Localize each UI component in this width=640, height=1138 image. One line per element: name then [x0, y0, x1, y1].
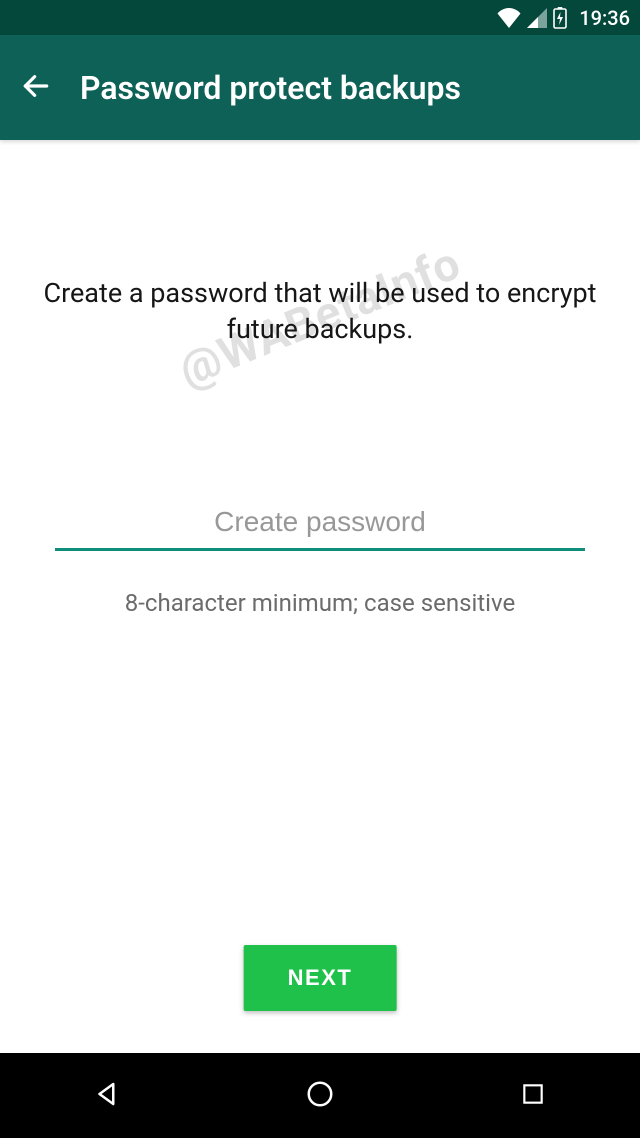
cell-signal-icon	[527, 8, 547, 28]
page-title: Password protect backups	[58, 69, 626, 107]
wifi-icon	[497, 8, 521, 28]
app-bar: Password protect backups	[0, 35, 640, 140]
password-field-container	[55, 498, 585, 551]
nav-recent-icon	[520, 1081, 546, 1111]
nav-home-button[interactable]	[260, 1066, 380, 1126]
nav-recent-button[interactable]	[473, 1066, 593, 1126]
back-button[interactable]	[14, 66, 58, 110]
arrow-left-icon	[20, 70, 52, 106]
clock-time: 19:36	[579, 6, 630, 30]
android-nav-bar	[0, 1053, 640, 1138]
instruction-text: Create a password that will be used to e…	[0, 275, 640, 348]
next-button[interactable]: NEXT	[244, 945, 397, 1011]
password-input[interactable]	[55, 498, 585, 551]
battery-charging-icon	[553, 7, 567, 29]
nav-back-icon	[92, 1079, 122, 1113]
nav-home-icon	[305, 1079, 335, 1113]
status-bar: 19:36	[0, 0, 640, 35]
nav-back-button[interactable]	[47, 1066, 167, 1126]
content-area: @WABetaInfo Create a password that will …	[0, 140, 640, 1053]
password-hint: 8-character minimum; case sensitive	[125, 589, 515, 617]
